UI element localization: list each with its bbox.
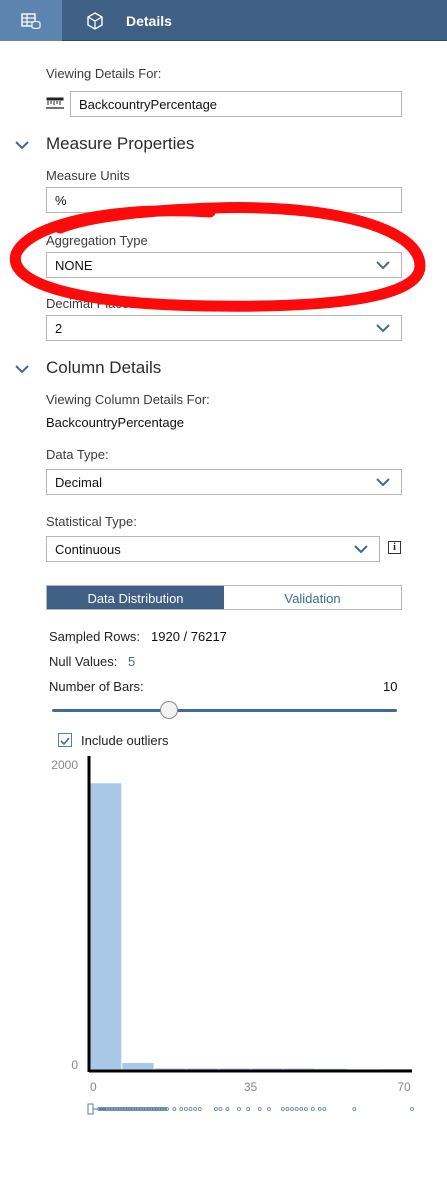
y-tick-label: 0 bbox=[71, 1058, 78, 1072]
histogram-bar-1[interactable] bbox=[122, 1063, 154, 1070]
outlier-point bbox=[179, 1107, 184, 1111]
bars-slider-track[interactable] bbox=[52, 709, 397, 712]
outlier-point bbox=[294, 1107, 299, 1111]
outlier-point bbox=[225, 1107, 230, 1111]
outlier-point bbox=[193, 1107, 198, 1111]
outlier-point bbox=[267, 1107, 271, 1111]
outlier-point bbox=[317, 1107, 322, 1111]
outlier-point bbox=[352, 1107, 357, 1111]
statistical-type-select[interactable]: Continuous bbox=[46, 536, 380, 562]
outlier-point bbox=[310, 1107, 315, 1111]
x-tick-label: 0 bbox=[90, 1080, 97, 1094]
chevron-down-icon bbox=[376, 261, 390, 270]
outlier-point bbox=[280, 1107, 285, 1111]
statistical-type-label: Statistical Type: bbox=[46, 514, 137, 529]
tab-data-distribution[interactable]: Data Distribution bbox=[47, 586, 224, 609]
viewing-details-label: Viewing Details For: bbox=[46, 66, 162, 81]
boxplot-box bbox=[87, 1103, 94, 1115]
outlier-point bbox=[197, 1107, 202, 1111]
measure-units-label: Measure Units bbox=[46, 168, 130, 183]
chevron-down-icon[interactable] bbox=[14, 363, 30, 375]
chevron-down-icon bbox=[354, 545, 368, 554]
statistical-type-value: Continuous bbox=[55, 542, 121, 557]
x-tick-label: 70 bbox=[397, 1080, 411, 1094]
distribution-tabs: Data Distribution Validation bbox=[46, 585, 402, 610]
table-tab-button[interactable] bbox=[0, 0, 62, 41]
include-outliers-checkbox[interactable] bbox=[58, 733, 72, 747]
viewing-column-value: BackcountryPercentage bbox=[46, 415, 185, 430]
cube-icon[interactable] bbox=[86, 12, 104, 30]
sampled-rows-value: 1920 / 76217 bbox=[151, 629, 227, 644]
null-values-label: Null Values: bbox=[49, 654, 118, 669]
histogram-bar-0[interactable] bbox=[90, 783, 122, 1070]
null-values-link[interactable]: 5 bbox=[128, 654, 135, 669]
top-bar: Details bbox=[0, 0, 447, 41]
viewing-details-value: BackcountryPercentage bbox=[79, 97, 218, 112]
outlier-point bbox=[303, 1107, 308, 1111]
aggregation-type-value: NONE bbox=[55, 258, 93, 273]
outlier-point bbox=[246, 1107, 251, 1111]
decimal-places-value: 2 bbox=[55, 321, 63, 336]
data-type-label: Data Type: bbox=[46, 447, 109, 462]
outlier-point bbox=[183, 1107, 188, 1111]
bars-slider-thumb[interactable] bbox=[160, 701, 178, 719]
outlier-point bbox=[257, 1107, 262, 1111]
ruler-measure-icon bbox=[46, 97, 64, 109]
details-tab-label[interactable]: Details bbox=[126, 13, 172, 29]
viewing-column-label: Viewing Column Details For: bbox=[46, 392, 210, 407]
aggregation-type-label: Aggregation Type bbox=[46, 233, 148, 248]
outlier-point bbox=[237, 1107, 241, 1111]
outlier-point bbox=[285, 1107, 290, 1111]
outlier-point bbox=[290, 1107, 294, 1111]
number-of-bars-label: Number of Bars: bbox=[49, 679, 144, 694]
sampled-rows-label: Sampled Rows: bbox=[49, 629, 141, 644]
distribution-histogram: 2000 00 35 70 bbox=[51, 756, 414, 1115]
include-outliers-label: Include outliers bbox=[81, 733, 169, 748]
outlier-point bbox=[213, 1107, 218, 1111]
x-tick-label: 35 bbox=[244, 1080, 258, 1094]
outlier-point bbox=[410, 1107, 414, 1111]
outlier-point bbox=[188, 1107, 193, 1111]
measure-units-value: % bbox=[55, 193, 67, 208]
outlier-point bbox=[218, 1107, 223, 1111]
number-of-bars-value: 10 bbox=[383, 679, 398, 694]
outlier-point bbox=[299, 1107, 304, 1111]
chevron-down-icon[interactable] bbox=[14, 139, 30, 151]
decimal-places-label: Decimal Places bbox=[46, 296, 136, 311]
tab-validation[interactable]: Validation bbox=[224, 586, 401, 609]
aggregation-type-select[interactable]: NONE bbox=[46, 252, 402, 278]
chevron-down-icon bbox=[376, 324, 390, 333]
info-icon[interactable]: i bbox=[388, 541, 401, 554]
measure-units-input[interactable]: % bbox=[46, 187, 402, 213]
column-details-heading[interactable]: Column Details bbox=[46, 358, 161, 378]
viewing-details-field: BackcountryPercentage bbox=[70, 91, 402, 117]
outlier-point bbox=[322, 1107, 327, 1111]
decimal-places-select[interactable]: 2 bbox=[46, 315, 402, 341]
table-database-icon bbox=[21, 12, 41, 29]
data-type-value: Decimal bbox=[55, 475, 102, 490]
chevron-down-icon bbox=[376, 478, 390, 487]
data-type-select[interactable]: Decimal bbox=[46, 469, 402, 495]
outlier-point bbox=[172, 1107, 177, 1111]
checkmark-icon bbox=[60, 737, 70, 746]
y-tick-label: 2000 bbox=[51, 758, 78, 772]
measure-properties-heading[interactable]: Measure Properties bbox=[46, 134, 194, 154]
